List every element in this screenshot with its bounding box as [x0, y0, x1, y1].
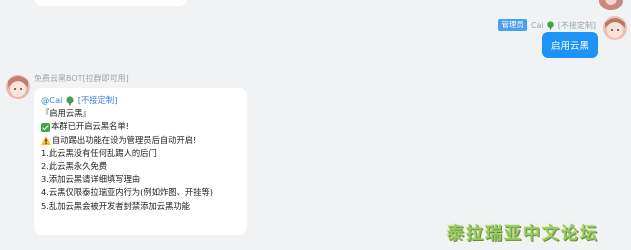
tree-emoji-icon — [66, 95, 74, 105]
message-line: 『启用云黑』 — [41, 108, 91, 119]
check-mark-icon — [41, 122, 50, 132]
message-line: 4.云黑仅限泰拉瑞亚内行为(例如炸图、开挂等) — [41, 187, 214, 198]
my-message-text: 启用云黑 — [550, 41, 589, 52]
my-message-header: 管理员 Cai [不接定制] — [498, 19, 596, 31]
forum-watermark: 泰拉瑞亚中文论坛 — [447, 224, 599, 244]
mention-link[interactable]: @Cai [不接定制] — [41, 94, 117, 107]
message-line: 5.乱加云黑会被开发者封禁添加云黑功能 — [41, 200, 190, 211]
my-sender-name[interactable]: Cai [不接定制] — [531, 20, 596, 31]
my-sender-suffix: [不接定制] — [557, 20, 596, 30]
admin-role-badge: 管理员 — [498, 19, 527, 31]
message-line: 3.添加云黑请详细填写理由 — [41, 174, 141, 185]
my-avatar[interactable] — [603, 16, 627, 40]
mention-suffix: [不接定制] — [77, 95, 118, 105]
mention-name: @Cai — [41, 95, 63, 105]
message-line: 自动踢出功能在设为管理员后自动开启! — [41, 134, 240, 147]
tree-emoji-icon — [547, 20, 554, 30]
message-line-text: 自动踢出功能在设为管理员后自动开启! — [52, 134, 197, 145]
previous-message-bubble — [34, 0, 187, 6]
message-line: 本群已开启云黑名单! — [41, 120, 240, 133]
bot-sender-name[interactable]: 免费云黑BOT[拉群即可用] — [34, 73, 129, 84]
my-message-bubble[interactable]: 启用云黑 — [541, 32, 598, 58]
warning-icon — [41, 135, 51, 145]
message-line: 1.此云黑没有任何乱踢人的后门 — [41, 147, 157, 158]
bot-message-bubble[interactable]: @Cai [不接定制] 『启用云黑』 本群已开启云黑名单! 自动踢出功能在设为管… — [34, 88, 247, 235]
message-line-text: 本群已开启云黑名单! — [51, 121, 129, 132]
bot-avatar[interactable] — [6, 75, 30, 99]
message-line: 2.此云黑永久免费 — [41, 161, 107, 172]
my-sender-name-text: Cai — [530, 20, 544, 30]
mention-line: @Cai [不接定制] — [41, 94, 240, 107]
previous-avatar — [599, 0, 623, 10]
